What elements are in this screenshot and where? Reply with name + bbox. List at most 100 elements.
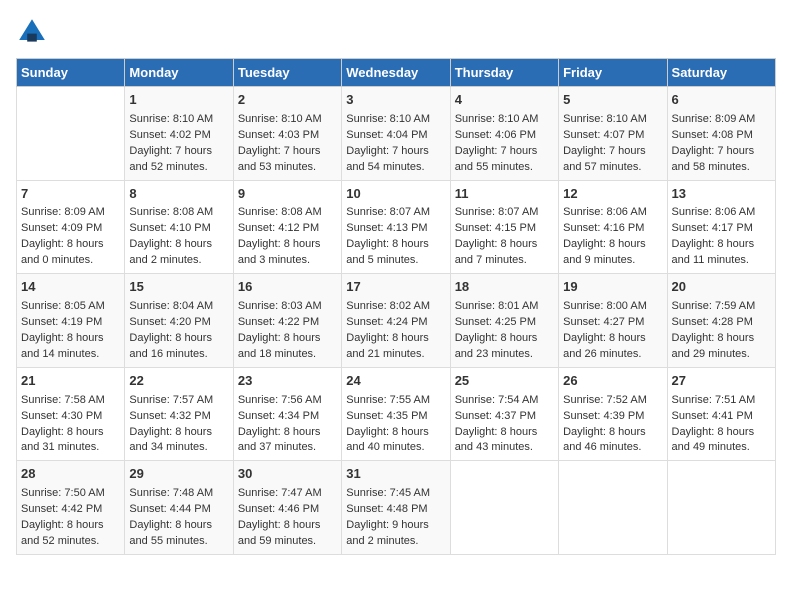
logo-icon xyxy=(16,16,48,48)
day-number: 15 xyxy=(129,278,228,297)
calendar-cell: 20Sunrise: 7:59 AMSunset: 4:28 PMDayligh… xyxy=(667,274,775,368)
day-info: Sunrise: 8:09 AM xyxy=(672,112,771,128)
day-info: Sunset: 4:32 PM xyxy=(129,409,228,425)
calendar-cell xyxy=(667,461,775,555)
day-info: and 53 minutes. xyxy=(238,160,337,176)
calendar-week-row: 1Sunrise: 8:10 AMSunset: 4:02 PMDaylight… xyxy=(17,87,776,181)
day-info: Sunset: 4:42 PM xyxy=(21,502,120,518)
calendar-cell: 26Sunrise: 7:52 AMSunset: 4:39 PMDayligh… xyxy=(559,367,667,461)
day-info: Sunrise: 8:10 AM xyxy=(455,112,554,128)
day-number: 30 xyxy=(238,465,337,484)
day-info: Sunset: 4:10 PM xyxy=(129,221,228,237)
day-info: and 58 minutes. xyxy=(672,160,771,176)
day-info: Daylight: 8 hours xyxy=(346,331,445,347)
day-info: Sunrise: 8:04 AM xyxy=(129,299,228,315)
day-number: 7 xyxy=(21,185,120,204)
calendar-cell xyxy=(450,461,558,555)
day-info: Sunrise: 7:51 AM xyxy=(672,393,771,409)
day-info: Daylight: 7 hours xyxy=(455,144,554,160)
day-header-tuesday: Tuesday xyxy=(233,59,341,87)
day-info: Sunrise: 7:52 AM xyxy=(563,393,662,409)
day-info: and 43 minutes. xyxy=(455,440,554,456)
day-info: and 11 minutes. xyxy=(672,253,771,269)
day-number: 17 xyxy=(346,278,445,297)
day-info: Daylight: 8 hours xyxy=(455,331,554,347)
day-info: Sunrise: 8:06 AM xyxy=(672,205,771,221)
day-info: and 7 minutes. xyxy=(455,253,554,269)
day-info: Sunset: 4:30 PM xyxy=(21,409,120,425)
day-number: 6 xyxy=(672,91,771,110)
calendar-cell: 30Sunrise: 7:47 AMSunset: 4:46 PMDayligh… xyxy=(233,461,341,555)
calendar-cell: 3Sunrise: 8:10 AMSunset: 4:04 PMDaylight… xyxy=(342,87,450,181)
day-info: Daylight: 7 hours xyxy=(672,144,771,160)
day-info: Sunset: 4:09 PM xyxy=(21,221,120,237)
day-info: Sunrise: 7:57 AM xyxy=(129,393,228,409)
day-info: and 29 minutes. xyxy=(672,347,771,363)
day-info: Daylight: 8 hours xyxy=(238,518,337,534)
day-number: 22 xyxy=(129,372,228,391)
day-info: Daylight: 8 hours xyxy=(21,331,120,347)
day-info: Sunrise: 7:47 AM xyxy=(238,486,337,502)
day-info: Daylight: 8 hours xyxy=(346,237,445,253)
day-info: and 21 minutes. xyxy=(346,347,445,363)
calendar-cell: 14Sunrise: 8:05 AMSunset: 4:19 PMDayligh… xyxy=(17,274,125,368)
day-info: Sunset: 4:17 PM xyxy=(672,221,771,237)
day-info: Sunset: 4:37 PM xyxy=(455,409,554,425)
day-info: and 52 minutes. xyxy=(129,160,228,176)
day-info: and 26 minutes. xyxy=(563,347,662,363)
day-info: Daylight: 8 hours xyxy=(672,331,771,347)
day-info: and 54 minutes. xyxy=(346,160,445,176)
calendar-cell: 29Sunrise: 7:48 AMSunset: 4:44 PMDayligh… xyxy=(125,461,233,555)
day-info: Daylight: 8 hours xyxy=(21,518,120,534)
day-info: Sunset: 4:16 PM xyxy=(563,221,662,237)
day-info: and 59 minutes. xyxy=(238,534,337,550)
day-info: Daylight: 7 hours xyxy=(238,144,337,160)
day-number: 24 xyxy=(346,372,445,391)
calendar-cell: 27Sunrise: 7:51 AMSunset: 4:41 PMDayligh… xyxy=(667,367,775,461)
day-info: Sunrise: 8:10 AM xyxy=(129,112,228,128)
day-number: 21 xyxy=(21,372,120,391)
day-info: Sunset: 4:06 PM xyxy=(455,128,554,144)
day-number: 16 xyxy=(238,278,337,297)
day-info: Sunset: 4:02 PM xyxy=(129,128,228,144)
day-info: Daylight: 8 hours xyxy=(129,425,228,441)
calendar-cell: 11Sunrise: 8:07 AMSunset: 4:15 PMDayligh… xyxy=(450,180,558,274)
day-info: Daylight: 8 hours xyxy=(21,425,120,441)
day-info: Daylight: 8 hours xyxy=(455,237,554,253)
day-number: 3 xyxy=(346,91,445,110)
day-header-saturday: Saturday xyxy=(667,59,775,87)
calendar-cell: 28Sunrise: 7:50 AMSunset: 4:42 PMDayligh… xyxy=(17,461,125,555)
day-info: Sunrise: 8:07 AM xyxy=(455,205,554,221)
day-info: Sunset: 4:28 PM xyxy=(672,315,771,331)
calendar-week-row: 28Sunrise: 7:50 AMSunset: 4:42 PMDayligh… xyxy=(17,461,776,555)
day-info: and 57 minutes. xyxy=(563,160,662,176)
day-info: Sunrise: 8:10 AM xyxy=(563,112,662,128)
day-info: Sunset: 4:35 PM xyxy=(346,409,445,425)
day-header-thursday: Thursday xyxy=(450,59,558,87)
day-info: and 40 minutes. xyxy=(346,440,445,456)
day-info: Sunset: 4:25 PM xyxy=(455,315,554,331)
day-info: Daylight: 8 hours xyxy=(563,331,662,347)
day-info: Sunset: 4:22 PM xyxy=(238,315,337,331)
day-info: Daylight: 8 hours xyxy=(238,237,337,253)
day-number: 13 xyxy=(672,185,771,204)
day-info: and 46 minutes. xyxy=(563,440,662,456)
calendar-week-row: 21Sunrise: 7:58 AMSunset: 4:30 PMDayligh… xyxy=(17,367,776,461)
day-info: Sunrise: 8:07 AM xyxy=(346,205,445,221)
day-info: Daylight: 7 hours xyxy=(563,144,662,160)
day-header-monday: Monday xyxy=(125,59,233,87)
calendar-cell: 31Sunrise: 7:45 AMSunset: 4:48 PMDayligh… xyxy=(342,461,450,555)
day-number: 4 xyxy=(455,91,554,110)
calendar-cell: 2Sunrise: 8:10 AMSunset: 4:03 PMDaylight… xyxy=(233,87,341,181)
day-header-sunday: Sunday xyxy=(17,59,125,87)
day-info: Daylight: 8 hours xyxy=(238,331,337,347)
calendar-cell: 8Sunrise: 8:08 AMSunset: 4:10 PMDaylight… xyxy=(125,180,233,274)
day-number: 29 xyxy=(129,465,228,484)
day-info: Sunset: 4:20 PM xyxy=(129,315,228,331)
day-info: and 0 minutes. xyxy=(21,253,120,269)
day-info: Sunrise: 8:05 AM xyxy=(21,299,120,315)
day-number: 11 xyxy=(455,185,554,204)
day-info: Daylight: 8 hours xyxy=(563,237,662,253)
day-info: Sunset: 4:27 PM xyxy=(563,315,662,331)
day-info: and 31 minutes. xyxy=(21,440,120,456)
